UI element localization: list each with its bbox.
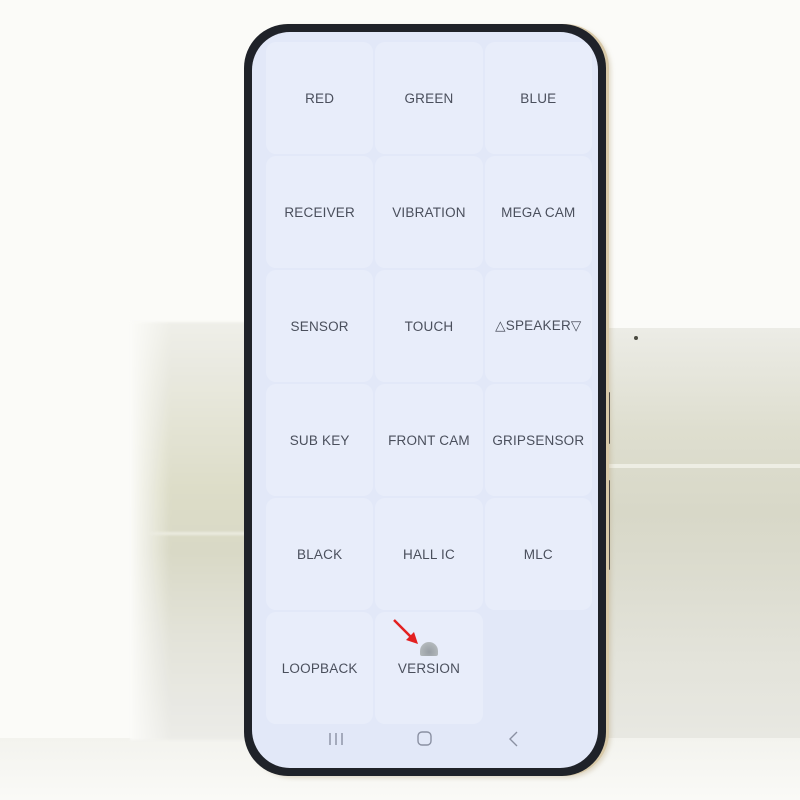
test-item-gripsensor[interactable]: GRIPSENSOR [484,384,592,496]
test-item-red[interactable]: RED [266,42,374,154]
annotation-arrow-icon [393,619,418,644]
volume-key [606,392,610,444]
test-item-label: VIBRATION [392,204,466,220]
test-item-label: GREEN [404,90,454,106]
test-item-label: BLACK [297,546,343,562]
test-item-label: MEGA CAM [501,204,576,220]
test-item-label: SENSOR [290,318,349,334]
phone: RED GREEN BLUE RECEIVER VIBRATION MEGA C… [244,24,606,776]
test-item-receiver[interactable]: RECEIVER [266,156,374,268]
test-item-label: LOOPBACK [281,660,358,676]
test-item-label: MLC [523,546,553,562]
power-key [606,480,610,570]
recents-button[interactable] [321,727,351,751]
test-item-speaker[interactable]: △SPEAKER▽ [484,270,592,382]
foam-block-right [606,328,800,738]
phone-screen: RED GREEN BLUE RECEIVER VIBRATION MEGA C… [252,32,598,768]
test-item-mega-cam[interactable]: MEGA CAM [484,156,592,268]
home-button[interactable] [410,727,440,751]
empty-cell [485,612,592,724]
test-item-touch[interactable]: TOUCH [375,270,483,382]
test-item-label: GRIPSENSOR [492,432,585,448]
recents-icon [329,733,344,745]
test-item-loopback[interactable]: LOOPBACK [266,612,374,724]
test-item-hall-ic[interactable]: HALL IC [375,498,483,610]
test-menu-grid: RED GREEN BLUE RECEIVER VIBRATION MEGA C… [266,42,592,724]
test-item-label: BLUE [520,90,557,106]
test-item-label: VERSION [397,660,461,676]
test-item-blue[interactable]: BLUE [484,42,592,154]
foam-block-left [130,322,260,740]
test-item-green[interactable]: GREEN [375,42,483,154]
test-item-label: FRONT CAM [388,432,470,448]
test-item-mlc[interactable]: MLC [484,498,592,610]
back-icon [508,731,518,747]
navigation-bar [252,724,598,754]
test-item-label: SUB KEY [289,432,350,448]
fingerprint-sensor-icon[interactable] [420,642,438,656]
test-item-front-cam[interactable]: FRONT CAM [375,384,483,496]
test-item-black[interactable]: BLACK [266,498,374,610]
test-item-label: △SPEAKER▽ [495,318,582,333]
test-item-label: RECEIVER [284,204,355,220]
test-item-sensor[interactable]: SENSOR [266,270,374,382]
test-item-label: RED [305,90,335,106]
test-item-label: HALL IC [403,546,455,562]
test-item-vibration[interactable]: VIBRATION [375,156,483,268]
back-button[interactable] [499,727,529,751]
test-item-label: TOUCH [404,318,454,334]
home-icon [417,731,432,746]
test-item-sub-key[interactable]: SUB KEY [266,384,374,496]
